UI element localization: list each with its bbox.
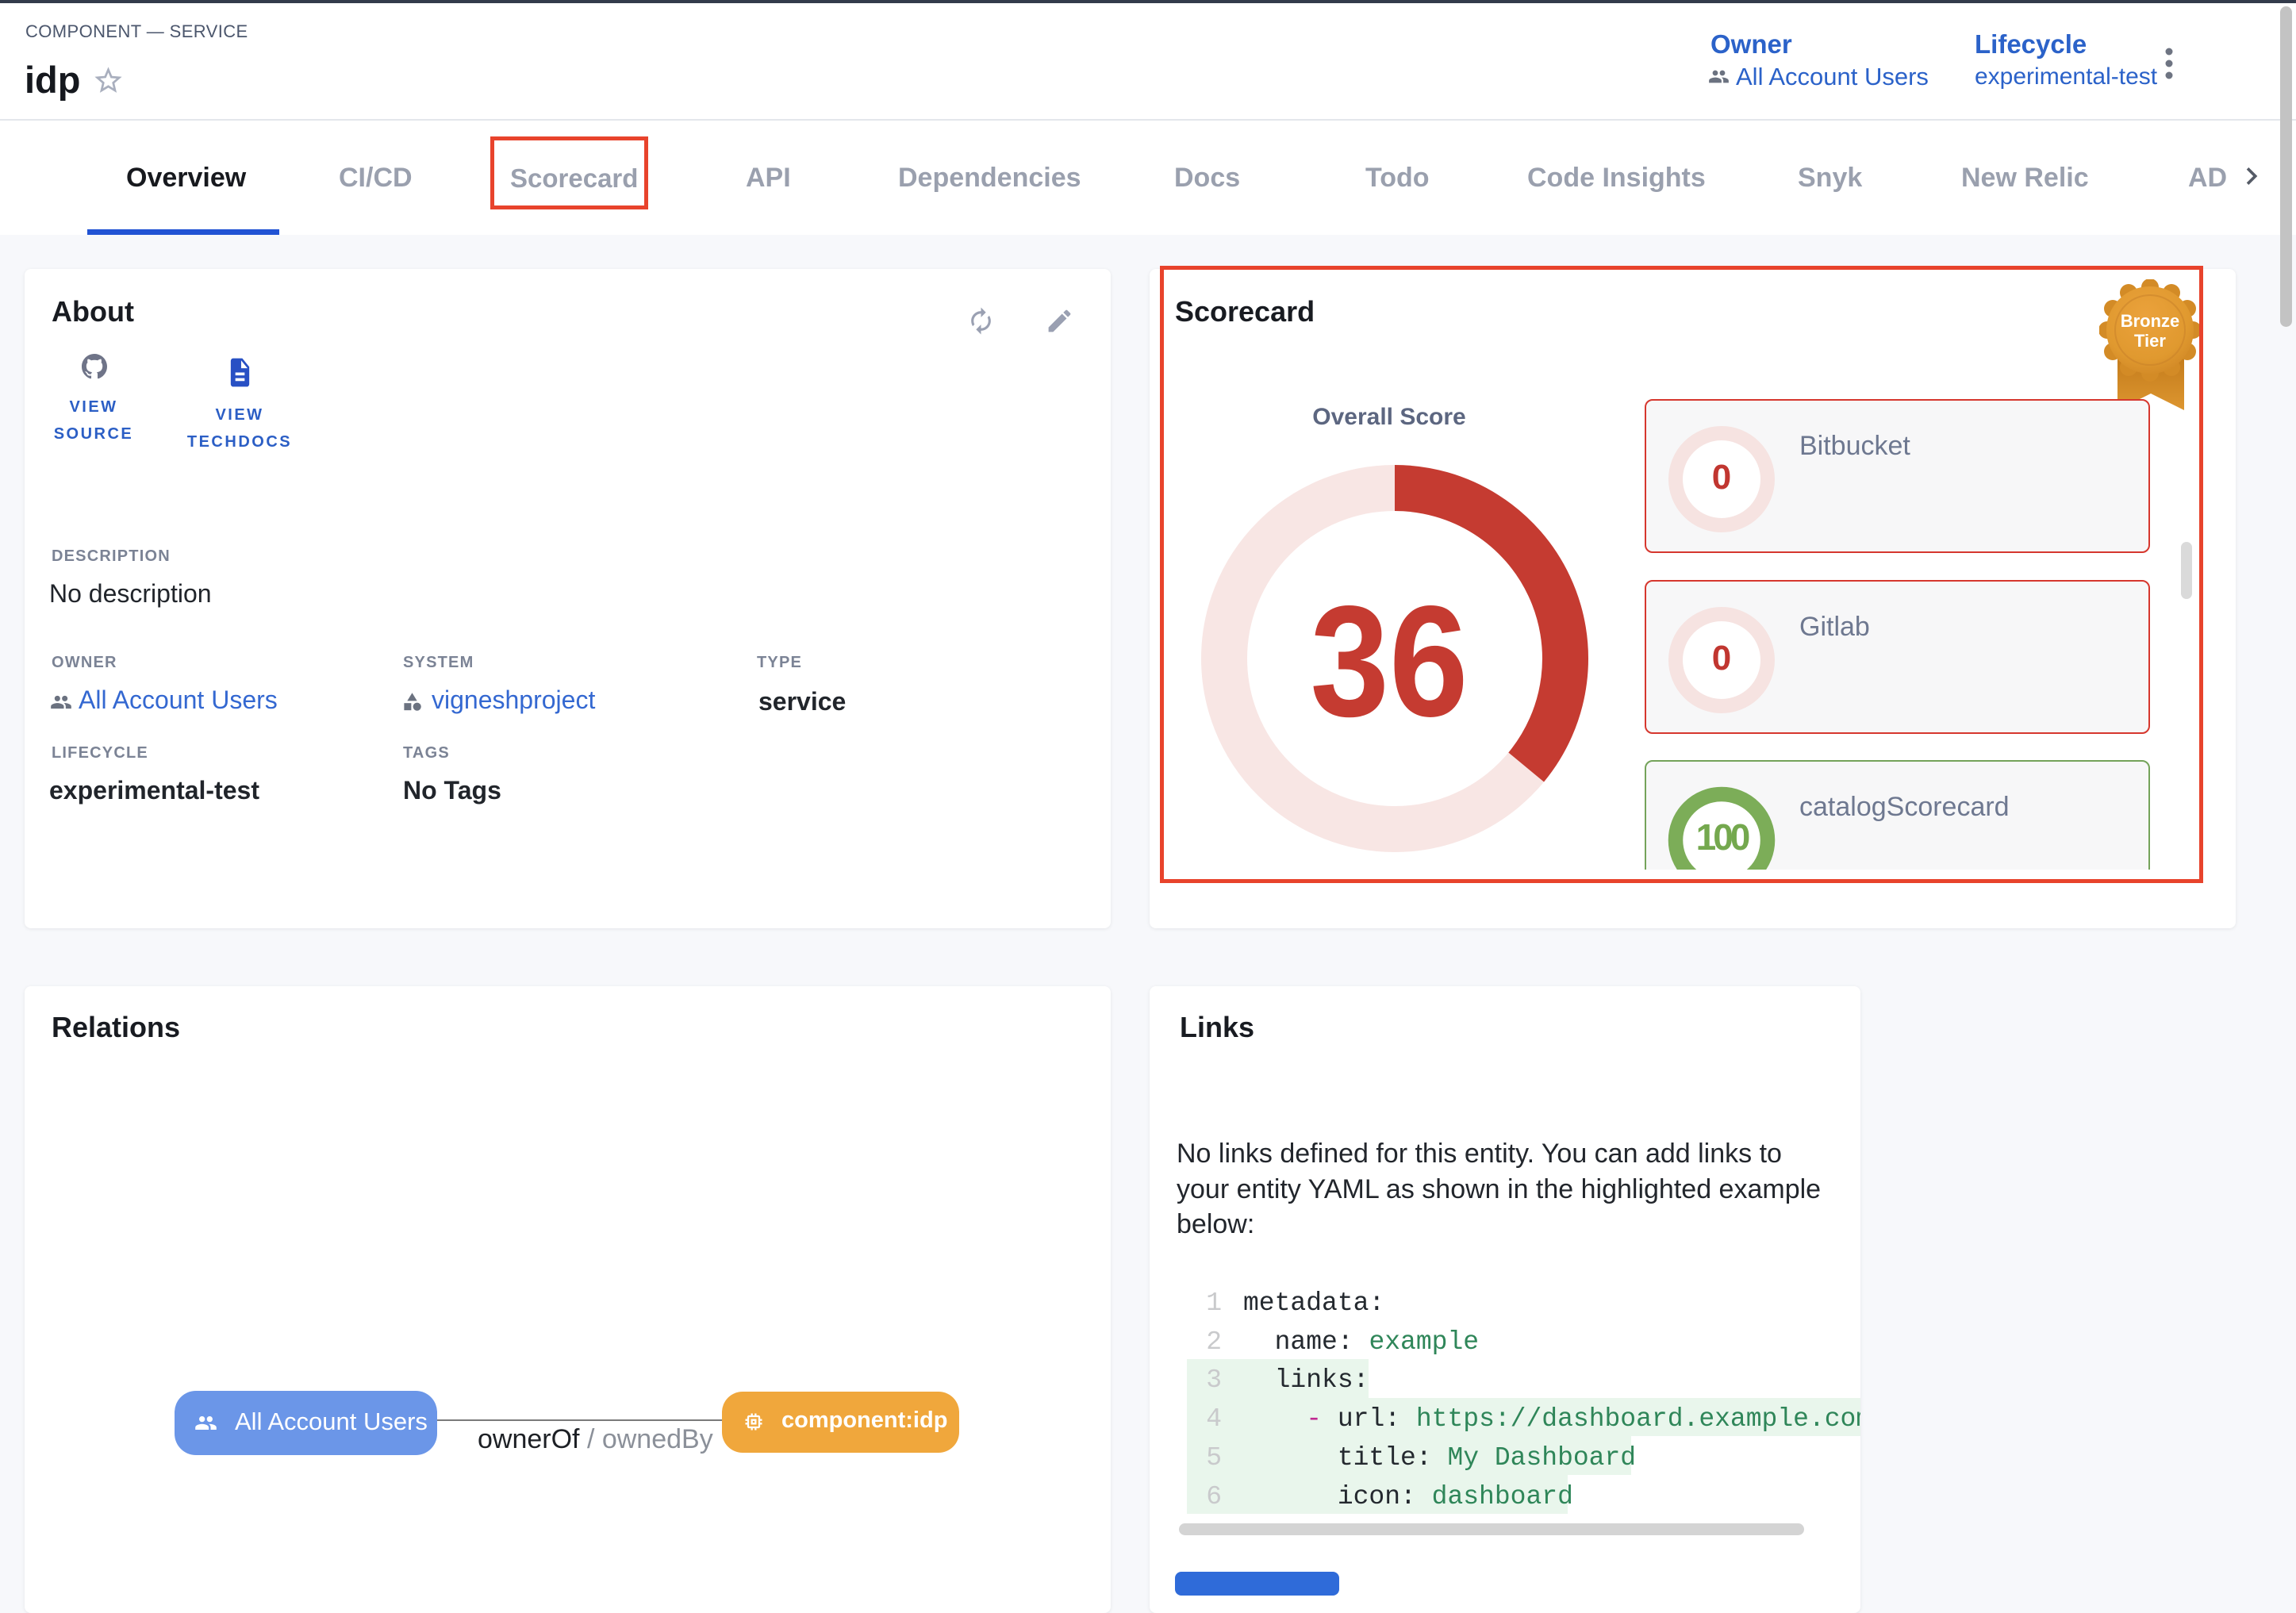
svg-text:36: 36: [1310, 574, 1468, 750]
svg-text:0: 0: [1712, 458, 1731, 497]
svg-text:0: 0: [1712, 639, 1731, 678]
svg-text:100: 100: [1696, 816, 1749, 858]
